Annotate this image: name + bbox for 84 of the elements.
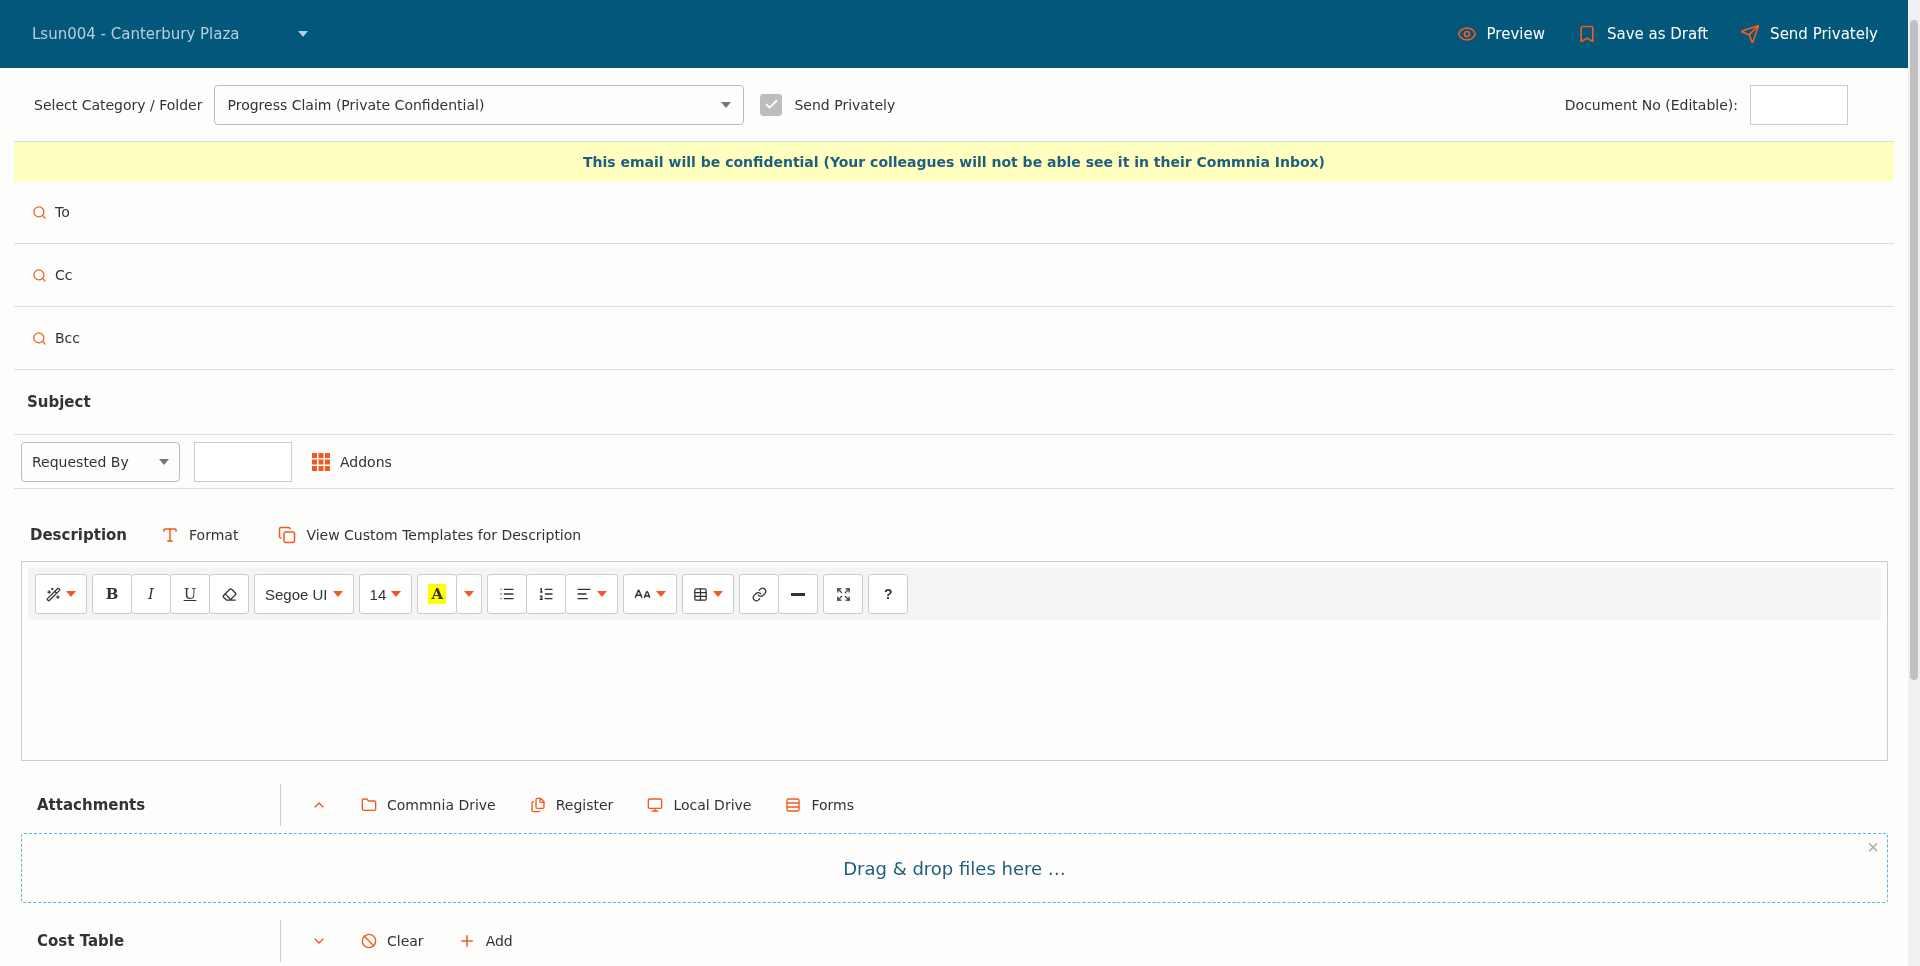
recipient-label[interactable]: Cc — [55, 267, 73, 283]
text-size-button[interactable] — [623, 574, 678, 614]
monitor-icon — [647, 797, 664, 813]
minus-icon — [791, 592, 806, 596]
eraser-button[interactable] — [209, 574, 249, 614]
search-icon — [32, 330, 47, 346]
caret-icon — [332, 591, 343, 597]
check-icon — [764, 97, 779, 112]
input-field[interactable] — [194, 441, 292, 482]
ban-icon — [361, 933, 377, 949]
search-icon — [32, 204, 47, 220]
bold-button[interactable]: B — [92, 574, 132, 614]
section-label: Attachments — [14, 784, 281, 826]
align-button[interactable] — [565, 574, 619, 614]
caret-icon — [721, 101, 732, 108]
link-icon — [751, 586, 767, 602]
scrollbar-thumb[interactable] — [1910, 20, 1918, 680]
grid-icon — [312, 452, 330, 471]
expand-icon — [835, 586, 851, 602]
caret-icon — [66, 591, 76, 597]
caret-icon — [297, 31, 308, 37]
attachment-source-button[interactable]: Forms — [779, 797, 860, 813]
underline-button[interactable]: U — [170, 574, 210, 614]
highlight-dropdown[interactable] — [456, 574, 483, 614]
copy-icon — [278, 526, 297, 544]
document-no-field[interactable] — [1750, 84, 1848, 125]
caret-icon — [597, 591, 608, 597]
table-icon — [693, 586, 709, 602]
eraser-icon — [221, 586, 237, 602]
subject-label: Subject — [27, 393, 91, 411]
recipient-label[interactable]: To — [55, 204, 70, 220]
attachment-source-button[interactable]: Local Drive — [641, 797, 758, 813]
project-dropdown[interactable]: Lsun004 - Canterbury Plaza — [32, 25, 308, 43]
eye-icon — [1456, 24, 1477, 44]
paper-plane-icon — [1740, 24, 1761, 44]
numbered-list-button[interactable] — [526, 574, 567, 614]
align-left-icon — [576, 586, 593, 602]
caret-icon — [464, 591, 475, 597]
checkbox[interactable] — [760, 93, 783, 116]
caret-icon — [391, 591, 402, 597]
numbered-list-icon — [538, 586, 555, 602]
recipient-label[interactable]: Bcc — [55, 330, 80, 346]
field-label: Select Category / Folder — [34, 96, 203, 113]
copy-icon — [529, 797, 546, 813]
italic-button[interactable]: I — [131, 574, 171, 614]
size-select[interactable]: 14 — [358, 574, 413, 614]
rows-icon — [785, 797, 802, 813]
field-label: Document No (Editable): — [1564, 96, 1738, 113]
header-action[interactable]: Save as Draft — [1576, 24, 1709, 44]
cost-action-button[interactable]: Add — [451, 932, 519, 950]
attachment-source-button[interactable]: Commnia Drive — [355, 797, 502, 813]
format-button[interactable]: Format — [155, 526, 245, 544]
attachment-source-button[interactable]: Register — [523, 797, 620, 813]
header-action[interactable]: Preview — [1456, 24, 1545, 44]
font-select[interactable]: Segoe UI — [254, 574, 354, 614]
caret-icon — [656, 591, 667, 597]
fullscreen-button[interactable] — [823, 574, 864, 614]
wand-icon — [46, 586, 61, 602]
link-button[interactable] — [739, 574, 780, 614]
folder-icon — [361, 797, 377, 813]
drop-zone[interactable]: Drag & drop files here … × — [21, 833, 1888, 903]
style-button[interactable] — [35, 574, 87, 614]
section-label: Cost Table — [14, 920, 281, 962]
addons-button[interactable]: Addons — [306, 452, 398, 471]
rich-text-editor[interactable]: B I U Segoe UI 14 A ? — [21, 561, 1888, 761]
description-label: Description — [30, 526, 128, 544]
caret-icon — [159, 458, 169, 465]
help-button[interactable]: ? — [868, 574, 909, 614]
highlight-button[interactable]: A — [417, 574, 458, 614]
header-action[interactable]: Send Privately — [1740, 24, 1878, 44]
search-icon — [32, 267, 47, 283]
drop-zone-text: Drag & drop files here … — [843, 857, 1066, 879]
table-button[interactable] — [682, 574, 735, 614]
caret-icon — [713, 591, 724, 597]
confidential-notice: This email will be confidential (Your colleagues will not be able see it in their Commnia Inbox) — [14, 141, 1894, 181]
requested-by-select[interactable]: Requested By — [21, 441, 180, 482]
cost-action-button[interactable]: Clear — [355, 933, 430, 949]
templates-link[interactable]: View Custom Templates for Description — [272, 526, 588, 544]
type-icon — [161, 526, 180, 544]
horizontal-rule-button[interactable] — [778, 574, 819, 614]
checkbox-label: Send Privately — [794, 96, 896, 113]
category-select[interactable]: Progress Claim (Private Confidential) — [214, 84, 745, 125]
bullet-list-button[interactable] — [487, 574, 528, 614]
list-icon — [499, 586, 516, 602]
